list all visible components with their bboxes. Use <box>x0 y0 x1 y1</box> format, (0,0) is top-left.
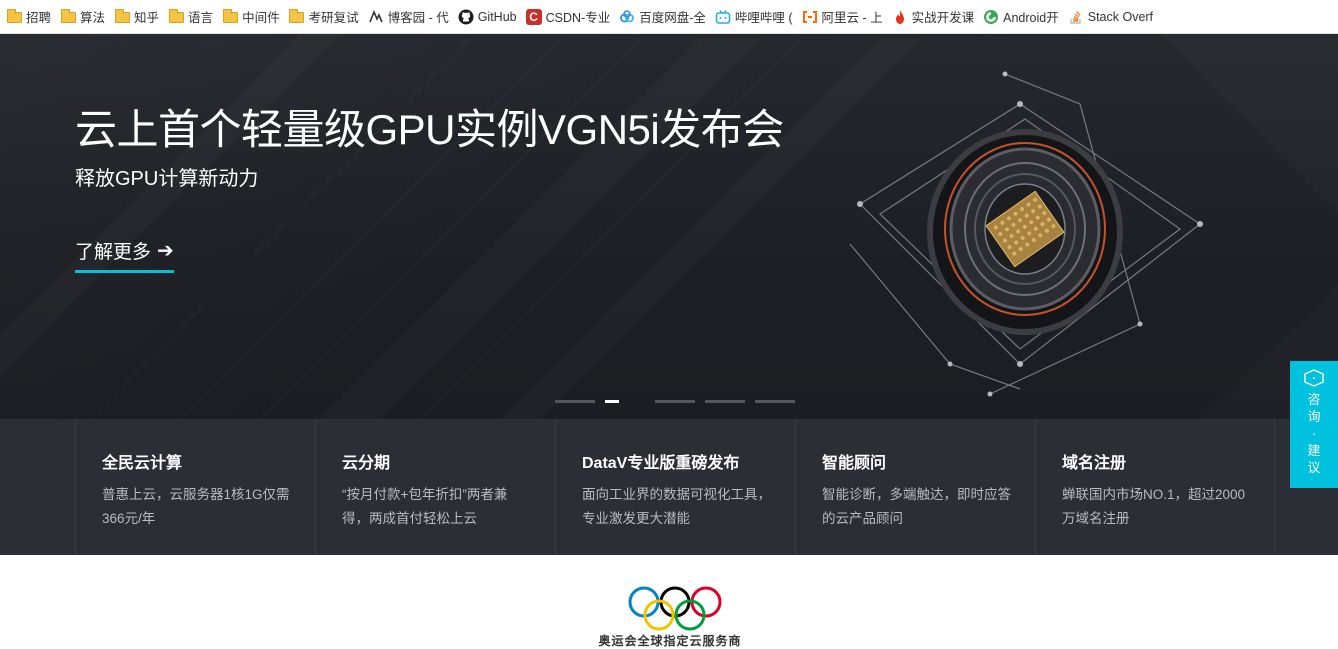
gpu-device-illustration <box>849 71 1203 397</box>
feature-desc: “按月付款+包年折扣”两者兼得，两成首付轻松上云 <box>342 487 508 526</box>
aliyun-icon <box>802 9 818 25</box>
bookmark-github[interactable]: GitHub <box>458 5 517 29</box>
feature-card-yuming[interactable]: 域名注册 蝉联国内市场NO.1，超过2000万域名注册 <box>1035 419 1275 555</box>
bookmark-stackoverflow[interactable]: Stack Overf <box>1068 5 1153 29</box>
feature-strip: 全民云计算 普惠上云，云服务器1核1G仅需366元/年 云分期 “按月付款+包年… <box>0 419 1338 555</box>
feature-title: 云分期 <box>342 455 391 472</box>
bookmark-cnblogs[interactable]: 博客园 - 代 <box>368 5 449 29</box>
feature-title: 域名注册 <box>1062 455 1127 472</box>
baidu-netdisk-icon <box>619 9 635 25</box>
feature-title: 智能顾问 <box>822 455 887 472</box>
bookmark-aliyun[interactable]: 阿里云 - 上 <box>802 5 883 29</box>
feature-desc: 智能诊断，多端触达，即时应答的云产品顾问 <box>822 487 1011 526</box>
github-icon <box>458 9 474 25</box>
bookmark-folder-zhihu[interactable]: 知乎 <box>114 5 159 29</box>
bilibili-icon <box>715 9 731 25</box>
android-icon <box>983 9 999 25</box>
carousel-dot-active[interactable] <box>605 400 619 403</box>
stackoverflow-icon <box>1068 9 1084 25</box>
carousel-indicators <box>555 400 805 403</box>
olympic-partner-text: 奥运会全球指定云服务商 <box>598 634 742 648</box>
bookmarks-bar: 招聘 算法 知乎 语言 中间件 考研复试 博客园 - 代 GitHub C CS… <box>0 0 1338 34</box>
cnblogs-icon <box>368 9 384 25</box>
bookmark-folder-kaoyan[interactable]: 考研复试 <box>289 5 359 29</box>
bookmark-baidu-netdisk[interactable]: 百度网盘-全 <box>619 5 706 29</box>
folder-icon <box>289 9 305 25</box>
hero-banner[interactable]: 云上首个轻量级GPU实例VGN5i发布会 释放GPU计算新动力 了解更多 ➔ <box>0 34 1338 419</box>
hero-subtitle: 释放GPU计算新动力 <box>75 168 259 190</box>
bookmark-shizhan[interactable]: 实战开发课 <box>892 5 974 29</box>
carousel-dot[interactable] <box>555 400 595 403</box>
carousel-dot[interactable] <box>755 400 795 403</box>
learn-more-label: 了解更多 <box>75 242 152 263</box>
consult-suggest-button[interactable]: 咨询·建议 <box>1290 361 1338 488</box>
folder-icon <box>168 9 184 25</box>
folder-icon <box>222 9 238 25</box>
feature-title: 全民云计算 <box>102 455 183 472</box>
hero-title: 云上首个轻量级GPU实例VGN5i发布会 <box>75 106 784 153</box>
feature-desc: 普惠上云，云服务器1核1G仅需366元/年 <box>102 487 290 526</box>
feature-card-datav[interactable]: DataV专业版重磅发布 面向工业界的数据可视化工具，专业激发更大潜能 <box>555 419 795 555</box>
chat-bubble-icon <box>1304 369 1324 387</box>
bookmark-folder-yuyan[interactable]: 语言 <box>168 5 213 29</box>
feature-card-quanmin[interactable]: 全民云计算 普惠上云，云服务器1核1G仅需366元/年 <box>75 419 315 555</box>
bookmark-android[interactable]: Android开 <box>983 5 1059 29</box>
learn-more-link[interactable]: 了解更多 ➔ <box>75 237 174 273</box>
arrow-right-icon: ➔ <box>157 240 174 262</box>
olympic-rings-logo <box>628 586 722 631</box>
folder-icon <box>60 9 76 25</box>
bookmark-csdn[interactable]: C CSDN-专业 <box>525 5 610 29</box>
carousel-dot[interactable] <box>655 400 695 403</box>
feature-card-zhineng[interactable]: 智能顾问 智能诊断，多端触达，即时应答的云产品顾问 <box>795 419 1035 555</box>
feature-title: DataV专业版重磅发布 <box>582 455 740 472</box>
feature-card-yunfenqi[interactable]: 云分期 “按月付款+包年折扣”两者兼得，两成首付轻松上云 <box>315 419 555 555</box>
feature-desc: 面向工业界的数据可视化工具，专业激发更大潜能 <box>582 487 771 526</box>
csdn-icon: C <box>525 8 542 25</box>
fire-icon <box>892 9 908 25</box>
bookmark-folder-suanfa[interactable]: 算法 <box>60 5 105 29</box>
folder-icon <box>114 9 130 25</box>
feature-desc: 蝉联国内市场NO.1，超过2000万域名注册 <box>1062 487 1246 526</box>
bookmark-bilibili[interactable]: 哔哩哔哩 ( <box>715 5 793 29</box>
bookmark-folder-zhaopin[interactable]: 招聘 <box>6 5 51 29</box>
consult-label: 咨询·建议 <box>1307 392 1321 475</box>
carousel-dot[interactable] <box>705 400 745 403</box>
folder-icon <box>6 9 22 25</box>
bookmark-folder-zhongjianjian[interactable]: 中间件 <box>222 5 280 29</box>
